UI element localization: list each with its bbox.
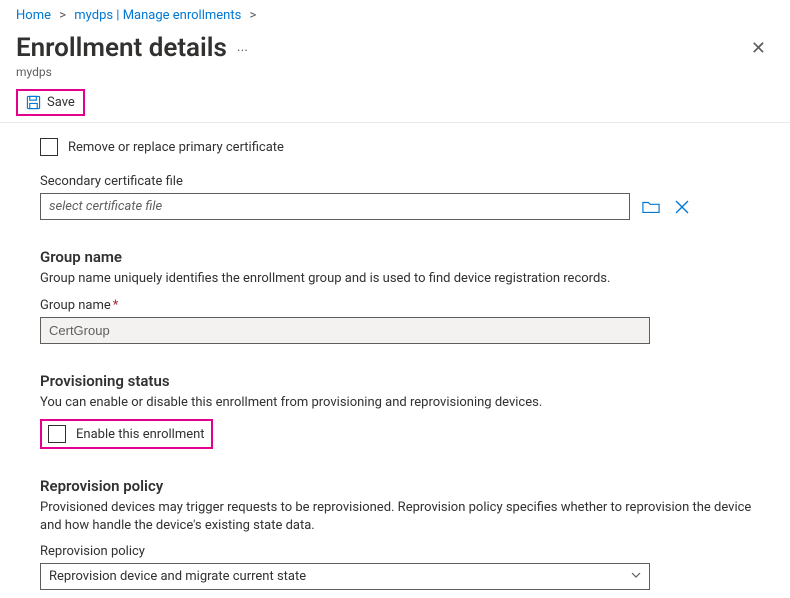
reprovision-policy-select-wrap: Reprovision device and migrate current s… — [40, 563, 650, 590]
toolbar-divider — [0, 122, 790, 123]
required-asterisk: * — [113, 298, 119, 313]
toolbar: Save — [0, 89, 790, 122]
save-icon — [26, 95, 41, 110]
secondary-certificate-label: Secondary certificate file — [40, 174, 762, 189]
group-name-input[interactable] — [40, 317, 650, 344]
page-title: Enrollment details — [16, 33, 227, 63]
reprovision-policy-description: Provisioned devices may trigger requests… — [40, 499, 762, 534]
enable-enrollment-row: Enable this enrollment — [40, 419, 213, 449]
page-subtitle: mydps — [0, 65, 790, 79]
browse-file-button[interactable] — [640, 197, 662, 217]
more-actions-button[interactable]: ··· — [237, 37, 248, 59]
breadcrumb-separator: > — [250, 8, 257, 23]
secondary-certificate-file-input[interactable]: select certificate file — [40, 193, 630, 220]
enable-enrollment-checkbox[interactable] — [48, 425, 66, 443]
remove-replace-primary-label: Remove or replace primary certificate — [68, 140, 284, 155]
form-scroll-area[interactable]: Remove or replace primary certificate Se… — [0, 130, 790, 598]
provisioning-status-description: You can enable or disable this enrollmen… — [40, 394, 762, 412]
reprovision-policy-field-label: Reprovision policy — [40, 544, 762, 559]
breadcrumb-mydps-link[interactable]: mydps | Manage enrollments — [74, 8, 241, 23]
group-name-field-label: Group name* — [40, 298, 762, 313]
breadcrumb-home-link[interactable]: Home — [16, 8, 51, 23]
close-button[interactable]: ✕ — [743, 34, 774, 63]
group-name-description: Group name uniquely identifies the enrol… — [40, 270, 762, 288]
breadcrumb: Home > mydps | Manage enrollments > — [0, 0, 790, 27]
clear-file-button[interactable] — [672, 197, 692, 217]
save-button-label: Save — [47, 95, 75, 110]
reprovision-policy-select[interactable]: Reprovision device and migrate current s… — [40, 563, 650, 590]
remove-replace-primary-row: Remove or replace primary certificate — [40, 138, 762, 156]
group-name-heading: Group name — [40, 248, 762, 266]
secondary-certificate-row: select certificate file — [40, 193, 762, 220]
breadcrumb-separator: > — [59, 8, 66, 23]
reprovision-policy-heading: Reprovision policy — [40, 477, 762, 495]
page-header: Enrollment details ··· ✕ — [0, 27, 790, 63]
provisioning-status-heading: Provisioning status — [40, 372, 762, 390]
enable-enrollment-label: Enable this enrollment — [76, 427, 205, 442]
remove-replace-primary-checkbox[interactable] — [40, 138, 58, 156]
save-button[interactable]: Save — [16, 89, 85, 116]
